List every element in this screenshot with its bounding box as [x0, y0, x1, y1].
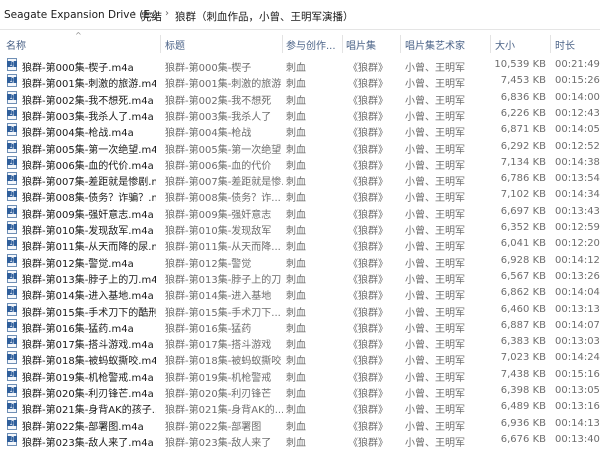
file-artist: 刺血: [286, 437, 306, 449]
column-album[interactable]: 唱片集: [346, 37, 376, 52]
breadcrumb-separator-icon[interactable]: ›: [132, 8, 136, 19]
file-size: 6,871 KB: [500, 124, 546, 136]
column-divider[interactable]: [282, 35, 283, 53]
file-row[interactable]: ♫ 狼群-第023集-敌人来了.m4a 狼群-第023集-敌人来了 刺血 《狼群》 小曾、…: [0, 431, 600, 450]
file-size: 6,226 KB: [500, 107, 546, 119]
audio-file-icon: ♫: [6, 139, 18, 154]
audio-file-icon: ♫: [6, 155, 18, 170]
file-size: 6,460 KB: [500, 303, 546, 315]
column-divider[interactable]: [342, 35, 343, 53]
file-length: 00:12:59: [555, 222, 600, 233]
file-size: 6,489 KB: [500, 401, 546, 413]
audio-file-icon: ♫: [6, 286, 18, 300]
address-bar[interactable]: Seagate Expansion Drive (E:) › 完结 › 狼群（刺…: [0, 0, 600, 30]
audio-file-icon: ♫: [6, 237, 18, 251]
file-length: 00:14:24: [555, 352, 600, 364]
audio-file-icon: ♫: [6, 106, 18, 121]
column-size[interactable]: 大小: [495, 37, 515, 52]
column-name-label: 名称: [6, 41, 26, 52]
file-length: 00:13:54: [555, 173, 600, 185]
audio-file-icon: ♫: [6, 204, 18, 219]
column-divider[interactable]: [490, 35, 491, 53]
file-length: 00:12:20: [555, 238, 600, 250]
column-title[interactable]: 标题: [165, 37, 185, 52]
file-size: 6,836 KB: [500, 91, 546, 103]
file-length: 00:14:34: [555, 189, 600, 201]
sort-up-icon: ^: [75, 31, 82, 40]
audio-file-icon: ♫: [6, 90, 18, 105]
file-album: 《狼群》: [348, 437, 388, 449]
file-length: 00:21:49: [555, 59, 600, 70]
file-length: 00:14:07: [555, 319, 600, 331]
breadcrumb-separator-icon[interactable]: ›: [165, 8, 169, 19]
file-length: 00:14:05: [555, 124, 600, 136]
file-size: 10,539 KB: [494, 59, 546, 70]
file-size: 7,134 KB: [500, 156, 546, 168]
file-length: 00:13:13: [555, 303, 600, 315]
file-length: 00:13:05: [555, 385, 600, 396]
file-length: 00:15:16: [555, 368, 600, 380]
file-length: 00:14:12: [555, 254, 600, 266]
audio-file-icon: ♫: [6, 58, 18, 72]
file-size: 6,383 KB: [500, 336, 546, 348]
column-length[interactable]: 时长: [555, 37, 575, 52]
file-size: 7,438 KB: [500, 368, 546, 380]
file-size: 6,936 KB: [500, 417, 546, 429]
file-size: 6,676 KB: [500, 433, 546, 445]
audio-file-icon: ♫: [6, 172, 18, 186]
audio-file-icon: ♫: [6, 367, 18, 382]
file-size: 6,928 KB: [500, 254, 546, 266]
file-size: 6,352 KB: [500, 222, 546, 233]
column-header: 名称 ^ 标题 参与创作... 唱片集 唱片集艺术家 大小 时长: [0, 31, 600, 55]
file-length: 00:13:16: [555, 401, 600, 413]
column-divider[interactable]: [160, 35, 161, 53]
column-divider[interactable]: [400, 35, 401, 53]
breadcrumb-current-folder[interactable]: 狼群（刺血作品，小曾、王明军演播）: [175, 9, 354, 24]
file-length: 00:14:04: [555, 287, 600, 299]
audio-file-icon: ♫: [6, 400, 18, 414]
file-length: 00:13:03: [555, 336, 600, 348]
column-album-artist[interactable]: 唱片集艺术家: [405, 37, 465, 52]
audio-file-icon: ♫: [6, 74, 18, 88]
file-size: 6,887 KB: [500, 319, 546, 331]
audio-file-icon: ♫: [6, 188, 18, 202]
file-size: 6,398 KB: [500, 385, 546, 396]
file-size: 6,862 KB: [500, 287, 546, 299]
file-length: 00:13:40: [555, 433, 600, 445]
file-length: 00:15:26: [555, 75, 600, 87]
audio-file-icon: ♫: [6, 123, 18, 137]
file-length: 00:12:43: [555, 107, 600, 119]
file-length: 00:14:00: [555, 91, 600, 103]
audio-file-icon: ♫: [6, 432, 18, 447]
file-name: 狼群-第023集-敌人来了.m4a: [22, 437, 154, 449]
file-size: 7,023 KB: [500, 352, 546, 364]
audio-file-icon: ♫: [6, 253, 18, 268]
breadcrumb-folder-complete[interactable]: 完结: [141, 9, 162, 24]
file-length: 00:12:52: [555, 140, 600, 152]
audio-file-icon: ♫: [6, 318, 18, 333]
file-size: 6,697 KB: [500, 205, 546, 217]
file-size: 6,041 KB: [500, 238, 546, 250]
file-size: 7,453 KB: [500, 75, 546, 87]
column-name[interactable]: 名称: [6, 37, 26, 52]
column-divider[interactable]: [550, 35, 551, 53]
audio-file-icon: ♫: [6, 351, 18, 365]
audio-file-icon: ♫: [6, 269, 18, 284]
file-size: 6,567 KB: [500, 270, 546, 282]
audio-file-icon: ♫: [6, 416, 18, 431]
file-length: 00:13:43: [555, 205, 600, 217]
file-size: 6,292 KB: [500, 140, 546, 152]
file-length: 00:14:38: [555, 156, 600, 168]
audio-file-icon: ♫: [6, 221, 18, 235]
audio-file-icon: ♫: [6, 335, 18, 349]
audio-file-icon: ♫: [6, 302, 18, 317]
column-artist[interactable]: 参与创作...: [286, 37, 336, 52]
file-size: 6,786 KB: [500, 173, 546, 185]
file-length: 00:13:26: [555, 270, 600, 282]
file-title: 狼群-第023集-敌人来了: [165, 437, 272, 449]
file-size: 7,102 KB: [500, 189, 546, 201]
file-album-artist: 小曾、王明军: [405, 437, 465, 449]
file-length: 00:14:13: [555, 417, 600, 429]
audio-file-icon: ♫: [6, 384, 18, 398]
